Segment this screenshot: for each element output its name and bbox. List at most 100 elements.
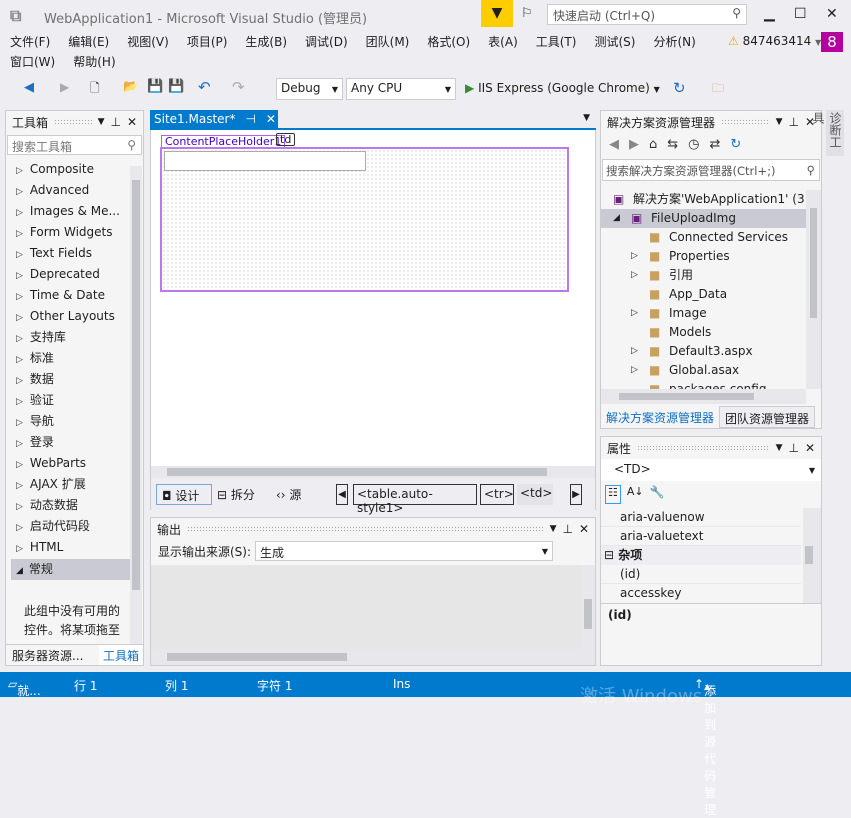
- menu-item[interactable]: 分析(N): [644, 32, 704, 52]
- toolbox-search-input[interactable]: 搜索工具箱 ⚲: [7, 135, 142, 155]
- breadcrumb-table[interactable]: <table.auto-style1>: [353, 484, 477, 515]
- toolbox-group[interactable]: ▷ AJAX 扩展: [6, 474, 131, 495]
- switch-views-icon[interactable]: ⇄: [710, 137, 721, 155]
- dropdown-icon[interactable]: ▼: [98, 117, 105, 127]
- open-icon[interactable]: 📂: [123, 79, 138, 93]
- property-row[interactable]: (id): [601, 565, 801, 584]
- editor-hscrollbar[interactable]: [151, 466, 595, 478]
- design-table[interactable]: [160, 147, 569, 292]
- tree-item[interactable]: ▷ ■ Global.asax: [601, 361, 806, 380]
- source-view-button[interactable]: ‹› 源: [276, 486, 301, 503]
- dropdown-icon[interactable]: ▼: [550, 524, 557, 534]
- menu-item[interactable]: 格式(O): [418, 32, 479, 52]
- tree-item[interactable]: ■ packages.config: [601, 380, 806, 389]
- toolbox-group[interactable]: ▷ Time & Date: [6, 285, 131, 306]
- toolbox-group[interactable]: ▷ 标准: [6, 348, 131, 369]
- expand-arrow-icon[interactable]: ▷: [631, 342, 638, 361]
- split-view-button[interactable]: ⊟ 拆分: [217, 486, 255, 503]
- pin-icon[interactable]: ⊥: [788, 441, 798, 455]
- tree-item[interactable]: ▷ ■ Properties: [601, 247, 806, 266]
- menu-item[interactable]: 表(A): [479, 32, 527, 52]
- expand-arrow-icon[interactable]: ▷: [631, 361, 638, 380]
- forward-icon[interactable]: ▶: [60, 80, 69, 94]
- tree-item[interactable]: ▷ ■ Default3.aspx: [601, 342, 806, 361]
- expand-arrow-icon[interactable]: ▷: [631, 247, 638, 266]
- find-in-files-icon[interactable]: 🗀: [712, 79, 724, 100]
- menu-item[interactable]: 帮助(H): [64, 52, 124, 72]
- selected-cell[interactable]: [164, 151, 366, 171]
- close-icon[interactable]: ✕: [266, 112, 276, 128]
- solution-vscrollbar[interactable]: [806, 190, 821, 389]
- toolbox-group[interactable]: ▷ 验证: [6, 390, 131, 411]
- output-vscrollbar[interactable]: [581, 565, 595, 649]
- platform-select[interactable]: Any CPU ▼: [346, 78, 456, 100]
- refresh-icon[interactable]: ↻: [730, 137, 741, 155]
- menu-item[interactable]: 工具(T): [527, 32, 586, 52]
- dropdown-icon[interactable]: ▼: [776, 117, 783, 127]
- property-row[interactable]: aria-valuetext: [601, 527, 801, 546]
- toolbox-group[interactable]: ▷ 登录: [6, 432, 131, 453]
- expand-arrow-icon[interactable]: ◢: [613, 209, 620, 228]
- output-hscrollbar[interactable]: [151, 649, 595, 665]
- property-row[interactable]: accesskey: [601, 584, 801, 603]
- tree-item[interactable]: ■ App_Data: [601, 285, 806, 304]
- pin-icon[interactable]: ⊥: [562, 522, 572, 536]
- account-badge[interactable]: 8: [821, 32, 843, 52]
- tab-team-explorer[interactable]: 团队资源管理器: [719, 406, 816, 428]
- run-button[interactable]: ▶ IIS Express (Google Chrome) ▼: [465, 81, 660, 95]
- toolbox-group[interactable]: ▷ 导航: [6, 411, 131, 432]
- solution-hscrollbar[interactable]: [601, 389, 806, 404]
- menu-item[interactable]: 项目(P): [178, 32, 237, 52]
- tab-solution-explorer[interactable]: 解决方案资源管理器: [601, 406, 720, 428]
- toolbox-scrollbar[interactable]: [130, 166, 142, 646]
- design-view-button[interactable]: ◘ 设计: [156, 484, 212, 505]
- menu-item[interactable]: 视图(V): [118, 32, 178, 52]
- breadcrumb-tr[interactable]: <tr>: [480, 484, 514, 505]
- menu-item[interactable]: 编辑(E): [59, 32, 118, 52]
- toolbox-group[interactable]: ▷ Advanced: [6, 180, 131, 201]
- pin-icon[interactable]: ⊥: [110, 115, 120, 129]
- breadcrumb-next[interactable]: ▶: [570, 484, 582, 505]
- minimize-button[interactable]: ▁: [764, 6, 775, 22]
- property-pages-icon[interactable]: 🔧: [650, 485, 665, 504]
- output-text-area[interactable]: [151, 565, 581, 649]
- toolbox-group[interactable]: ▷ 支持库: [6, 327, 131, 348]
- property-category[interactable]: ⊟ 杂项: [601, 546, 801, 565]
- properties-scrollbar[interactable]: [803, 508, 821, 603]
- redo-icon[interactable]: ↷: [232, 78, 245, 96]
- new-project-icon[interactable]: 🗋: [90, 79, 100, 100]
- menu-item[interactable]: 生成(B): [236, 32, 296, 52]
- forward-icon[interactable]: ▶: [629, 137, 639, 155]
- menu-item[interactable]: 测试(S): [585, 32, 644, 52]
- add-to-source-control[interactable]: ↑ 添加到源代码管理 ▲: [694, 677, 716, 817]
- close-button[interactable]: ✕: [826, 6, 838, 22]
- output-source-select[interactable]: 生成 ▼: [255, 541, 554, 561]
- td-tag[interactable]: td: [276, 133, 296, 146]
- toolbox-group[interactable]: ▷ Form Widgets: [6, 222, 131, 243]
- tab-server-explorer[interactable]: 服务器资源...: [6, 645, 99, 665]
- tree-item[interactable]: ■ Models: [601, 323, 806, 342]
- tab-toolbox[interactable]: 工具箱: [98, 645, 143, 665]
- tree-item[interactable]: ▷ ■ Image: [601, 304, 806, 323]
- alphabetical-icon[interactable]: A↓: [627, 485, 644, 504]
- toolbox-group[interactable]: ▷ Images & Me...: [6, 201, 131, 222]
- toolbox-group[interactable]: ▷ Text Fields: [6, 243, 131, 264]
- feedback-filter-icon[interactable]: ▼: [481, 0, 513, 27]
- menu-item[interactable]: 文件(F): [1, 32, 59, 52]
- expand-arrow-icon[interactable]: ▷: [631, 266, 638, 285]
- menu-item[interactable]: 团队(M): [357, 32, 419, 52]
- toolbox-group[interactable]: ▷ Composite: [6, 159, 131, 180]
- breadcrumb-td[interactable]: <td>: [517, 484, 553, 505]
- tree-item[interactable]: ▷ ■ 引用: [601, 266, 806, 285]
- close-icon[interactable]: ✕: [805, 441, 815, 455]
- categorized-icon[interactable]: ☷: [605, 485, 621, 504]
- tree-item[interactable]: ◢ ▣ FileUploadImg: [601, 209, 806, 228]
- sync-icon[interactable]: ⇆: [667, 137, 678, 155]
- expand-arrow-icon[interactable]: ▷: [631, 304, 638, 323]
- pin-icon[interactable]: ⊥: [788, 115, 798, 129]
- tree-item[interactable]: ■ Connected Services: [601, 228, 806, 247]
- toolbox-group[interactable]: ▷ 启动代码段: [6, 516, 131, 537]
- back-icon[interactable]: ◀: [24, 80, 34, 95]
- property-row[interactable]: aria-valuenow: [601, 508, 801, 527]
- maximize-button[interactable]: ☐: [794, 6, 807, 22]
